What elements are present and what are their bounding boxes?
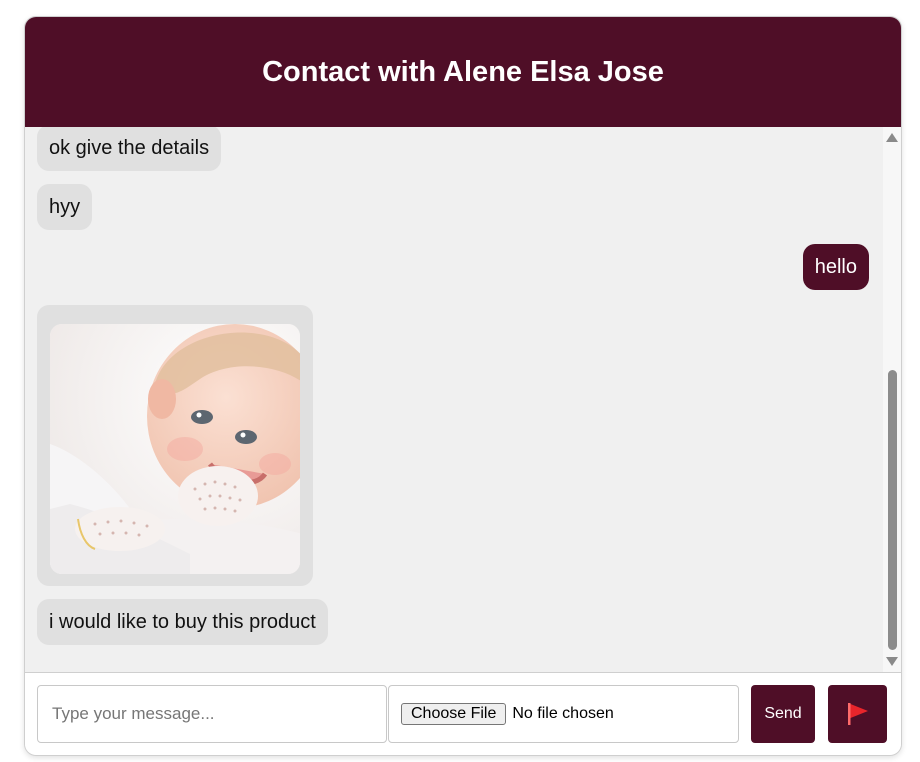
scroll-up-arrow-icon[interactable] [886,133,898,142]
message-image-bubble [37,305,313,586]
chat-title: Contact with Alene Elsa Jose [262,55,664,88]
file-input[interactable]: Choose File No file chosen [388,685,739,743]
message-input[interactable] [37,685,387,743]
message-sent: hello [802,244,869,290]
chat-header: Contact with Alene Elsa Jose [25,17,901,127]
baby-photo-illustration [50,324,300,574]
flag-icon [847,703,868,725]
message-received: hyy [37,184,93,230]
scroll-down-arrow-icon[interactable] [886,657,898,666]
product-photo[interactable] [50,324,300,574]
send-button[interactable]: Send [751,685,815,743]
composer-bar: Choose File No file chosen Send [25,672,901,755]
file-status-text: No file chosen [512,705,614,722]
message-scrollbar[interactable] [883,127,901,672]
message-received: i would like to buy this product [37,599,328,645]
chat-window: Contact with Alene Elsa Jose ok give the… [24,16,902,756]
message-list[interactable]: ok give the details hyy hello i would li… [25,127,901,672]
report-button[interactable] [828,685,887,743]
scrollbar-thumb[interactable] [888,370,897,650]
message-received: ok give the details [37,127,222,171]
choose-file-button[interactable]: Choose File [401,703,507,725]
